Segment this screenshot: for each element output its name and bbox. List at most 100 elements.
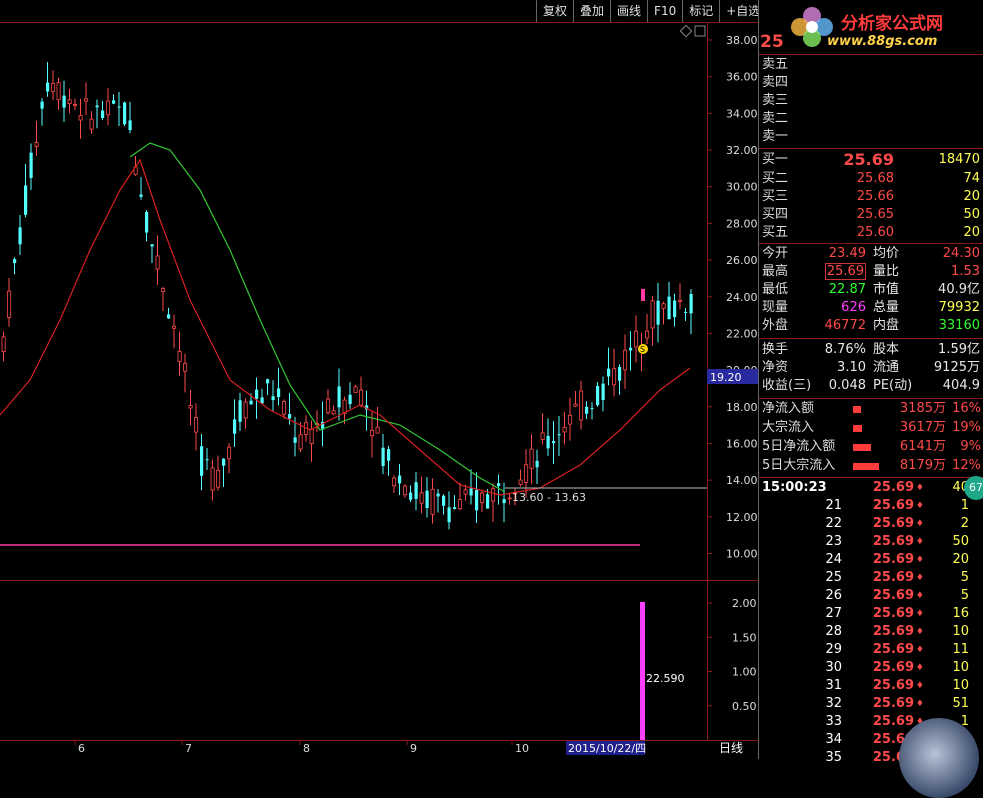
flow-row: 5日净流入额 6141万 9% [759,438,983,456]
stock-code-prefix: 25 [760,32,784,52]
candle-body [629,347,633,351]
sell2-label: 卖二 [762,111,789,126]
price-tick-label: 14.00 [726,474,758,487]
candle-body [359,389,364,406]
price-tick-label: 38.00 [726,34,758,47]
event-s-letter: S [640,345,645,354]
up-arrow-icon: ♦ [915,483,924,493]
candle-body [331,410,336,415]
candle-body [612,368,617,386]
candle-body [112,100,116,104]
candle-body [1,336,6,353]
tick-row: 32 25.69 ♦ 51 [759,695,983,713]
window-restore-icon[interactable] [694,25,706,37]
volume-label: 22.590 [646,672,685,685]
tick-row: 24 25.69 ♦ 20 [759,551,983,569]
buy-row: 买二 25.68 74 [759,170,983,188]
candle-body [78,115,83,121]
notification-badge[interactable]: 67 [964,476,983,500]
price-tick-label: 16.00 [726,437,758,450]
sell5-label: 卖五 [762,57,789,72]
overlay-button[interactable]: 叠加 [573,0,610,22]
candle-body [84,98,89,102]
flow-pct: 9% [960,439,981,454]
price-tick-label: 30.00 [726,181,758,194]
tick-price: 25.69 [872,516,914,531]
diamond-icon[interactable] [679,24,693,38]
candle-body [188,404,193,409]
eps-value: 0.048 [828,378,866,393]
candle-body [562,427,567,433]
candle-body [293,437,297,443]
candle-body [172,325,177,329]
tick-price: 25.69 [872,624,914,639]
candle-body [414,482,418,499]
tick-price: 25.69 [872,552,914,567]
price-tick-label: 10.00 [726,548,758,561]
tick-time: 21 [825,498,842,513]
candle-body [194,416,199,433]
up-arrow-icon: ♦ [915,537,924,547]
x-tick-label: 10 [515,742,529,755]
volume-axis: 2.00 1.50 1.00 0.50 [707,597,757,713]
low-value: 22.87 [828,282,866,297]
candle-body [596,385,600,406]
buy-row: 买一 25.69 18470 [759,151,983,169]
candle-body [684,311,688,313]
inner-label: 内盘 [873,318,900,333]
fuquan-button[interactable]: 复权 [536,0,573,22]
candle-body [89,118,94,130]
candle-body [590,408,594,410]
totvol-label: 总量 [873,300,900,315]
curvol-value: 626 [841,300,866,315]
tick-price: 25.69 [872,570,914,585]
tick-price: 25.69 [872,696,914,711]
tick-time: 28 [825,624,842,639]
candle-body [579,390,584,421]
candle-body [337,386,341,408]
tick-time: 30 [825,660,842,675]
x-tick-label: 9 [410,742,417,755]
candle-body [678,299,683,302]
candle-body [29,152,33,178]
tick-row: 27 25.69 ♦ 16 [759,605,983,623]
event-marker-icon [641,289,645,301]
open-value: 23.49 [828,246,866,261]
f10-button[interactable]: F10 [647,0,682,22]
volratio-label: 量比 [873,264,900,279]
period-label[interactable]: 日线 [719,741,743,755]
tick-volume: 10 [952,624,969,639]
draw-line-button[interactable]: 画线 [610,0,647,22]
mark-button[interactable]: 标记 [682,0,719,22]
flow-row: 大宗流入 3617万 19% [759,419,983,437]
candle-body [634,330,639,348]
tick-row: 15:00:23 25.69 ♦ 40 [759,479,983,497]
avatar[interactable] [899,718,979,798]
kline-chart[interactable]: 38.00 36.00 34.00 32.00 30.00 28.00 26.00 24.00… [0,0,758,759]
candle-body [573,403,578,407]
up-arrow-icon: ♦ [915,699,924,709]
volratio-value: 1.53 [951,264,980,279]
high-value: 25.69 [824,263,866,280]
price-tick-label: 28.00 [726,217,758,230]
price-tick-label: 26.00 [726,254,758,267]
candle-body [557,434,561,436]
candle-body [370,429,375,437]
candle-body [222,458,226,466]
shares-label: 股本 [873,342,900,357]
tick-volume: 50 [952,534,969,549]
candle-body [73,104,78,106]
candle-body [453,507,457,510]
candle-body [46,82,50,92]
candle-body [568,414,573,425]
candle-body [650,300,655,329]
candle-body [645,330,650,339]
candle-body [150,244,154,247]
vol-tick-label: 2.00 [732,597,757,610]
up-arrow-icon: ♦ [915,645,924,655]
tick-time: 27 [825,606,842,621]
tick-time: 29 [825,642,842,657]
price-tick-label: 12.00 [726,511,758,524]
x-tick-label: 6 [78,742,85,755]
candle-body [475,489,479,511]
